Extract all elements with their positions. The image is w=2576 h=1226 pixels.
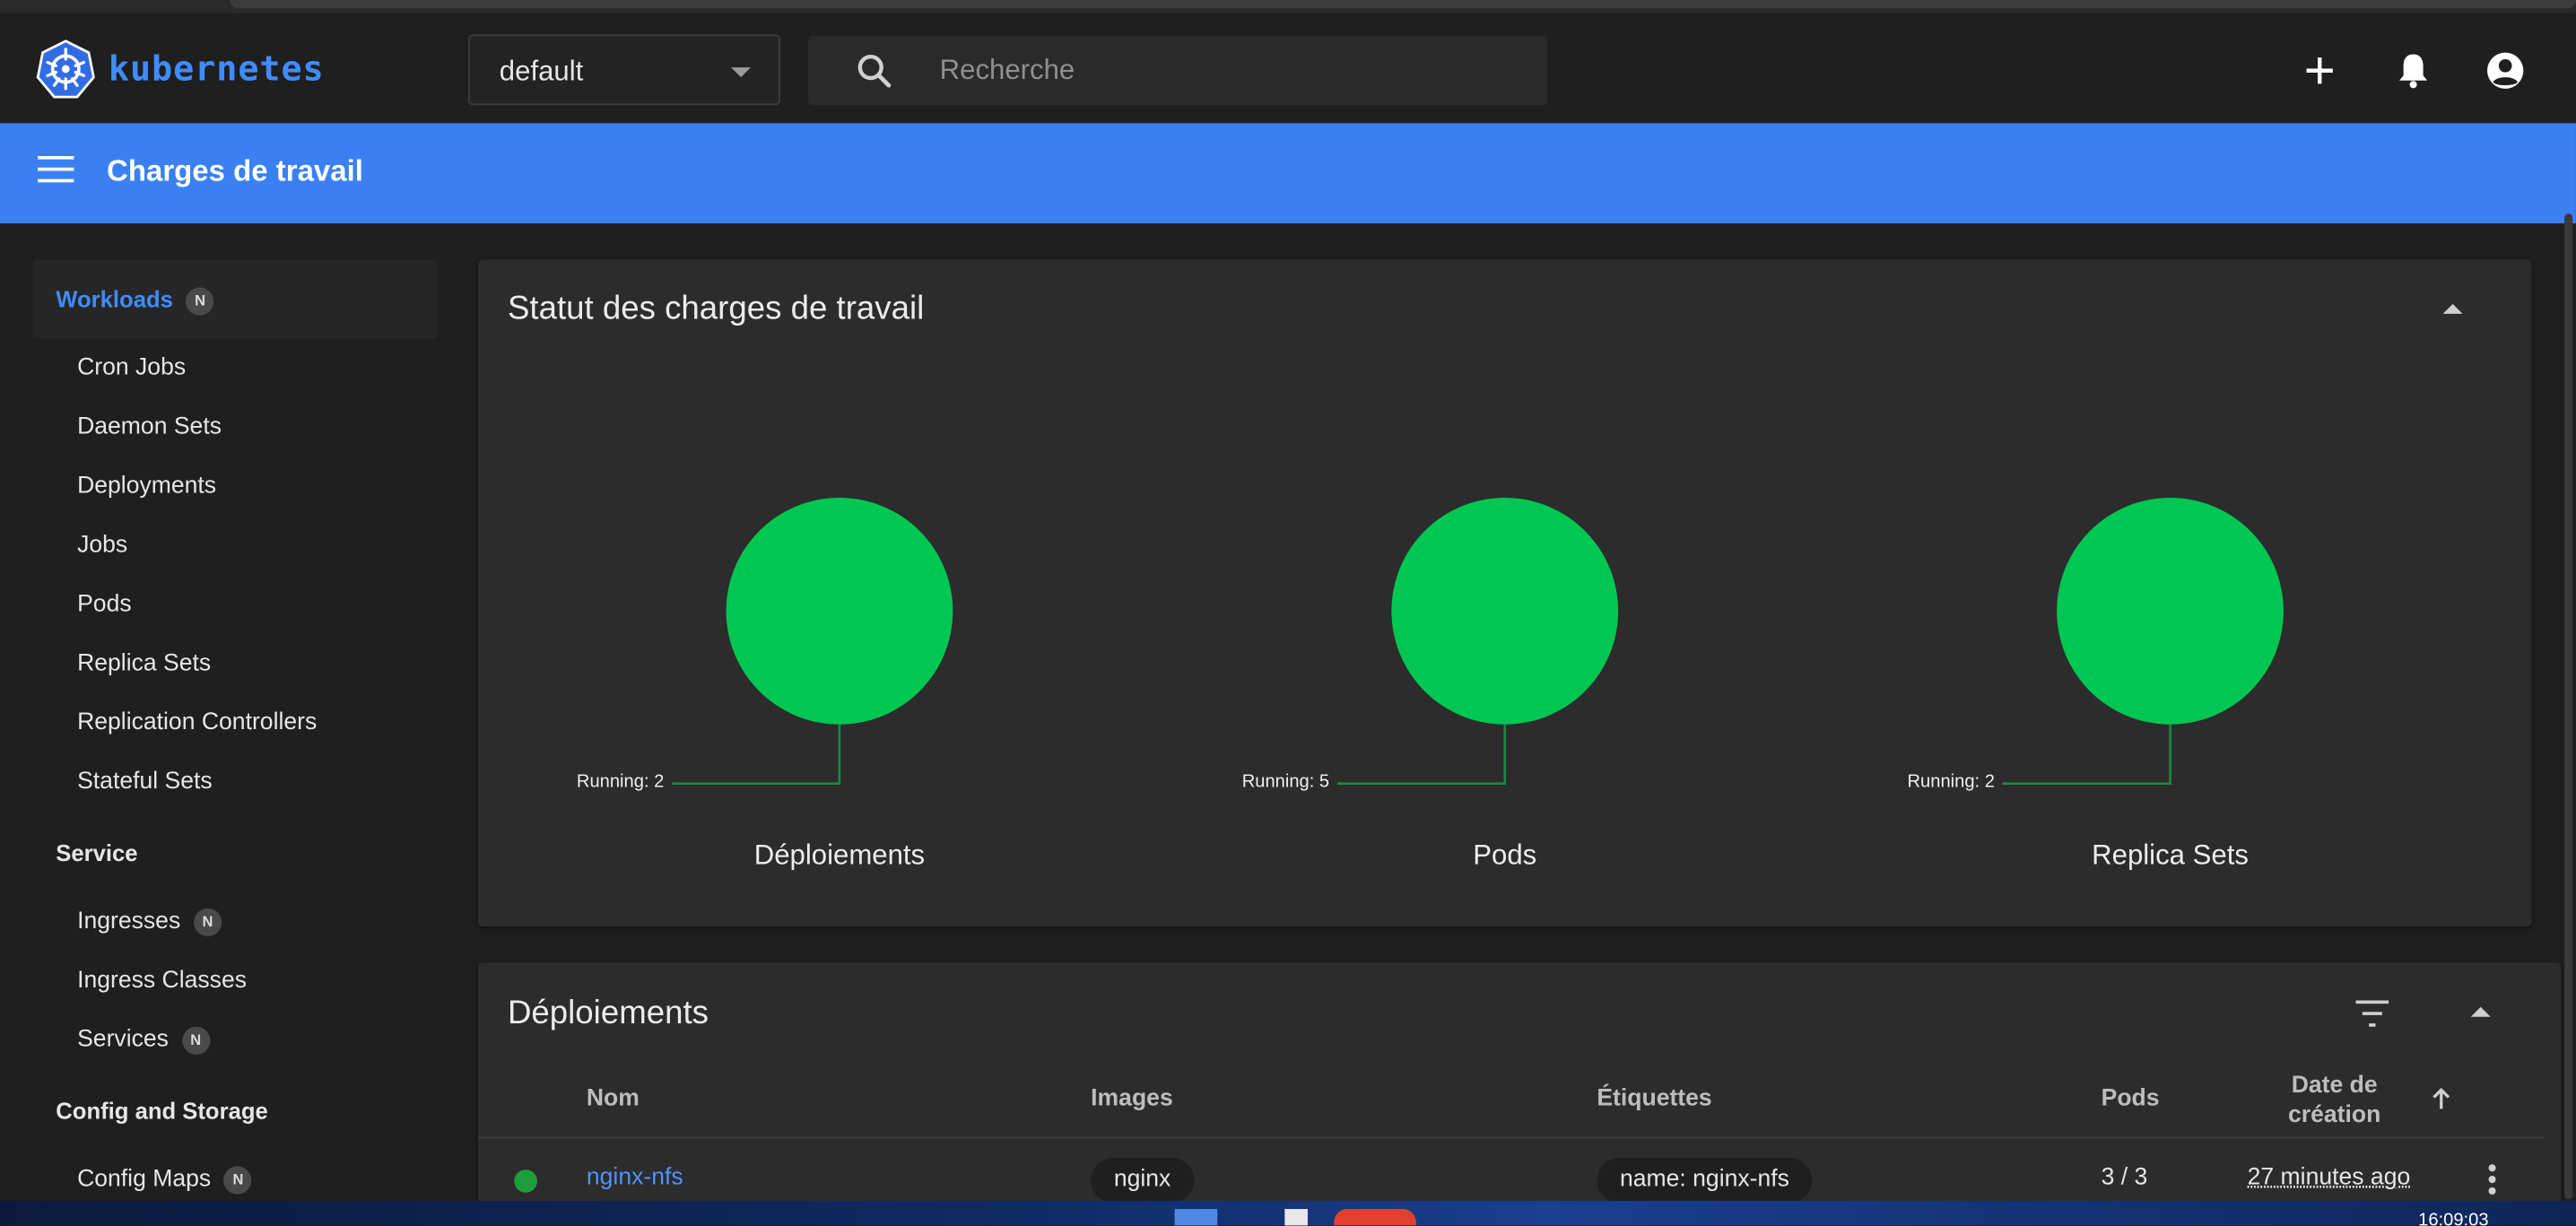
new-badge: N xyxy=(186,287,214,316)
app-root: kubernetes default Cha xyxy=(0,0,2576,1226)
page-scrollbar[interactable] xyxy=(2564,213,2573,1200)
new-badge: N xyxy=(193,908,222,937)
sidebar-group-workloads-label: Workloads xyxy=(56,285,173,313)
leader-line xyxy=(672,724,841,785)
label-chip: name: nginx-nfs xyxy=(1597,1158,1813,1203)
sidebar-group-workloads[interactable]: Workloads N xyxy=(32,259,438,339)
taskbar-app-icon[interactable] xyxy=(1284,1209,1308,1226)
os-taskbar: 16:09:03 xyxy=(0,1200,2576,1226)
column-header-labels: Étiquettes xyxy=(1597,1085,1712,1112)
collapse-caret-icon[interactable] xyxy=(2470,1006,2491,1017)
running-slice xyxy=(1391,497,1619,725)
chart-title: Replica Sets xyxy=(2092,839,2249,871)
status-indicator-icon xyxy=(514,1169,537,1193)
deployments-card: Déploiements Nom Images Étiquettes Pods … xyxy=(477,962,2562,1210)
taskbar-app-icon[interactable] xyxy=(1334,1209,1416,1226)
deployments-title: Déploiements xyxy=(507,995,709,1032)
chart-title: Déploiements xyxy=(753,839,926,871)
namespace-value: default xyxy=(499,56,584,88)
page-title: Charges de travail xyxy=(107,154,363,187)
collapse-caret-icon[interactable] xyxy=(2442,303,2463,314)
filter-icon[interactable] xyxy=(2354,999,2390,1029)
deployment-name-link[interactable]: nginx-nfs xyxy=(587,1165,683,1191)
created-age: 27 minutes ago xyxy=(2247,1164,2411,1191)
kubernetes-logo-icon xyxy=(36,39,95,99)
sidebar-item-ingresses[interactable]: Ingresses N xyxy=(77,908,222,937)
column-header-name[interactable]: Nom xyxy=(587,1086,640,1112)
sidebar-item-label: Ingresses xyxy=(77,908,181,935)
replica-sets-donut xyxy=(2002,497,2284,785)
top-bar: kubernetes default xyxy=(0,13,2576,124)
sidebar-item-jobs[interactable]: Jobs xyxy=(77,532,127,558)
sidebar-item-label: Services xyxy=(77,1026,169,1054)
sidebar-item-label: Config Maps xyxy=(77,1166,212,1193)
search-input[interactable] xyxy=(939,48,1515,92)
sidebar-item-config-maps[interactable]: Config Maps N xyxy=(77,1166,252,1195)
sidebar-item-daemon-sets[interactable]: Daemon Sets xyxy=(77,414,222,440)
pods-count: 3 / 3 xyxy=(2101,1164,2148,1191)
sidebar-item-cron-jobs[interactable]: Cron Jobs xyxy=(77,355,186,381)
workload-status-card: Statut des charges de travail Running: 2… xyxy=(477,259,2532,927)
new-badge: N xyxy=(181,1026,210,1055)
deployments-donut xyxy=(672,497,953,785)
search-box[interactable] xyxy=(808,36,1548,106)
sidebar-item-pods[interactable]: Pods xyxy=(77,591,132,617)
account-circle-icon[interactable] xyxy=(2484,49,2527,92)
sidebar-item-replica-sets[interactable]: Replica Sets xyxy=(77,650,211,676)
header-divider xyxy=(477,1136,2546,1139)
leader-line xyxy=(1336,724,1507,785)
page-header: Charges de travail xyxy=(0,123,2576,224)
sidebar-item-services[interactable]: Services N xyxy=(77,1026,210,1055)
namespace-select[interactable]: default xyxy=(468,34,781,106)
add-icon[interactable] xyxy=(2298,49,2341,92)
running-label: Running: 5 xyxy=(1241,771,1330,792)
running-slice xyxy=(2057,497,2284,725)
image-chip: nginx xyxy=(1091,1158,1194,1203)
taskbar-clock: 16:09:03 xyxy=(2418,1210,2489,1226)
sort-arrow-up-icon[interactable] xyxy=(2432,1087,2451,1111)
more-vert-icon[interactable] xyxy=(2485,1161,2499,1197)
column-header-images: Images xyxy=(1091,1085,1173,1112)
new-badge: N xyxy=(223,1166,252,1195)
pods-status-chart: Running: 5 Pods xyxy=(1242,497,1751,892)
sidebar-nav: Workloads N Cron Jobs Daemon Sets Deploym… xyxy=(32,259,438,1195)
pods-donut xyxy=(1336,497,1619,785)
windows-start-icon[interactable] xyxy=(1174,1209,1218,1226)
search-icon xyxy=(857,54,892,88)
notifications-bell-icon[interactable] xyxy=(2392,49,2435,92)
running-label: Running: 2 xyxy=(1907,771,1995,792)
running-label: Running: 2 xyxy=(576,771,665,792)
sidebar-group-service[interactable]: Service xyxy=(56,839,137,865)
column-header-pods: Pods xyxy=(2101,1085,2160,1112)
kubernetes-logo[interactable]: kubernetes xyxy=(36,39,324,99)
menu-icon[interactable] xyxy=(38,156,74,189)
sidebar-item-replication-controllers[interactable]: Replication Controllers xyxy=(77,709,317,735)
sidebar-item-ingress-classes[interactable]: Ingress Classes xyxy=(77,968,247,994)
sidebar-group-config-storage[interactable]: Config and Storage xyxy=(56,1098,268,1124)
sidebar-item-stateful-sets[interactable]: Stateful Sets xyxy=(77,769,213,795)
deployments-status-chart: Running: 2 Déploiements xyxy=(577,497,1085,892)
running-slice xyxy=(726,497,953,725)
browser-strip xyxy=(0,0,2576,13)
logo-text: kubernetes xyxy=(108,48,325,89)
dropdown-caret-icon xyxy=(731,67,752,78)
chart-title: Pods xyxy=(1473,839,1537,871)
replica-sets-status-chart: Running: 2 Replica Sets xyxy=(1907,497,2416,892)
leader-line xyxy=(2002,724,2171,785)
workload-status-title: Statut des charges de travail xyxy=(507,291,925,327)
sidebar-item-deployments[interactable]: Deployments xyxy=(77,474,216,500)
column-header-created[interactable]: Date de création xyxy=(2274,1071,2396,1130)
